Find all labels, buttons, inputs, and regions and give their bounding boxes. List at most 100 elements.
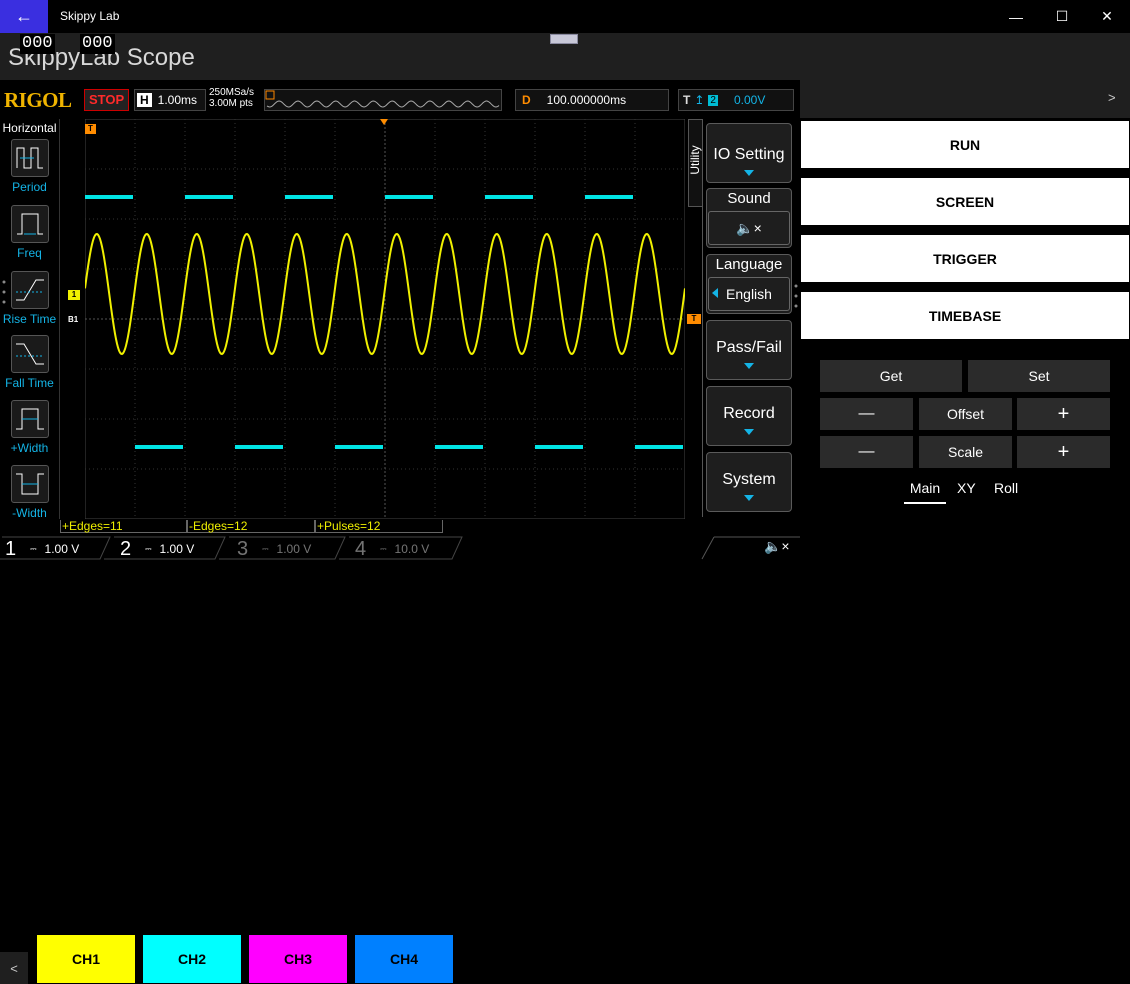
acq-info: 250MSa/s 3.00M pts [209,87,254,109]
offset-minus-button[interactable]: — [820,398,913,430]
utility-tab[interactable]: Utility [688,119,703,207]
io-setting-button[interactable]: IO Setting [706,123,792,183]
delay-label: D [522,93,531,107]
ch4-button[interactable]: CH4 [355,935,453,983]
fall-time-icon [10,335,49,373]
back-button[interactable]: ← [0,0,48,33]
timebase-button[interactable]: TIMEBASE [801,292,1129,339]
trigger-label: T [683,93,691,107]
brand-logo: RIGOL [4,88,72,112]
speaker-mute-icon[interactable]: 🔈× [764,538,790,555]
measure-neg-edges: -Edges=12 [187,520,315,533]
tab-xy[interactable]: XY [957,480,976,496]
maximize-button[interactable]: ☐ [1039,0,1085,33]
dc-coupling-icon: ⎓ [30,544,37,553]
measure-fall-time[interactable]: Fall Time [0,335,59,390]
ch4-status[interactable]: 4 ⎓ 10.0 V [355,537,429,561]
trigger-position-marker: T [85,124,96,134]
delay-value: 100.000000ms [546,93,627,107]
ch1-number: 1 [5,537,17,560]
ch2-button[interactable]: CH2 [143,935,241,983]
ch3-status[interactable]: 3 ⎓ 1.00 V [237,537,311,561]
set-button[interactable]: Set [968,360,1110,392]
measure-positive-width[interactable]: +Width [0,400,59,455]
screen-button[interactable]: SCREEN [801,178,1129,225]
trigger-channel: 2 [708,94,718,106]
ch1-button[interactable]: CH1 [37,935,135,983]
measure-period[interactable]: Period [0,139,59,194]
left-panel-scroll-dots [2,280,6,304]
chevron-left-icon [712,288,718,298]
drag-handle[interactable] [550,34,578,44]
trigger-button[interactable]: TRIGGER [801,235,1129,282]
ch3-button[interactable]: CH3 [249,935,347,983]
measure-pos-edges: +Edges=11 [60,520,187,533]
measure-rise-time[interactable]: Rise Time [0,271,59,326]
offset-plus-button[interactable]: + [1017,398,1110,430]
chevron-down-icon [744,429,754,435]
offset-label: Offset [919,398,1012,430]
center-marker [380,119,388,125]
expand-strip [800,80,1130,118]
menu-scroll-dots [794,284,798,308]
memory-depth: 3.00M pts [209,98,253,109]
measure-negative-width[interactable]: -Width [0,465,59,520]
run-button[interactable]: RUN [801,121,1129,168]
ch2-number: 2 [120,537,132,560]
run-state-badge[interactable]: STOP [84,89,130,111]
timebase-value: 1.00ms [157,93,198,107]
ch3-scale: 1.00 V [276,542,312,556]
bus1-marker: B1 [68,315,79,324]
minimize-button[interactable]: — [993,0,1039,33]
ch2-status[interactable]: 2 ⎓ 1.00 V [120,537,194,561]
positive-width-icon [10,400,49,438]
trigger-level: 0.00V [733,93,766,107]
trigger-level-marker[interactable]: T [687,314,701,324]
waveform-grid[interactable] [85,119,685,519]
collapse-button[interactable]: < [0,952,28,984]
trigger-edge-icon: ↥ [694,93,705,107]
chevron-down-icon [744,363,754,369]
sound-button[interactable]: Sound 🔈× [706,188,792,248]
ch2-scale: 1.00 V [159,542,195,556]
memory-overview [264,89,502,111]
ch4-number: 4 [355,537,367,560]
ch1-status[interactable]: 1 ⎓ 1.00 V [5,537,79,561]
trigger-box[interactable]: T ↥ 2 0.00V [678,89,794,111]
sample-rate: 250MSa/s [209,87,255,98]
ch3-number: 3 [237,537,249,560]
language-value-box: English [708,277,790,311]
scale-minus-button[interactable]: — [820,436,913,468]
tab-roll[interactable]: Roll [994,480,1018,496]
title-bar [0,0,1130,33]
pass-fail-button[interactable]: Pass/Fail [706,320,792,380]
panel-title: Horizontal [2,121,57,135]
counter-left: 000 [20,34,55,54]
measure-freq[interactable]: Freq [0,205,59,260]
ch1-offset-marker[interactable]: 1 [68,290,80,300]
window-title: Skippy Lab [60,9,120,23]
delay-box[interactable]: D 100.000000ms [515,89,669,111]
counter-right: 000 [80,34,115,54]
back-arrow-icon: ← [15,6,33,26]
ch1-scale: 1.00 V [44,542,80,556]
tab-main[interactable]: Main [904,480,946,504]
timebase-box[interactable]: H 1.00ms [134,89,206,111]
timebase-label: H [137,93,152,107]
memory-waveform [265,90,501,110]
period-icon [10,139,49,177]
chevron-down-icon [744,495,754,501]
speaker-mute-icon: 🔈× [708,211,790,245]
dc-coupling-icon: ⎓ [145,544,152,553]
horizontal-measure-panel: Horizontal Period Freq Rise Time Fall Ti… [0,119,60,520]
chevron-down-icon [744,170,754,176]
active-tab-indicator [904,502,946,504]
record-button[interactable]: Record [706,386,792,446]
scale-plus-button[interactable]: + [1017,436,1110,468]
close-button[interactable]: ✕ [1084,0,1130,33]
expand-button[interactable]: > [1108,90,1116,105]
get-button[interactable]: Get [820,360,962,392]
system-button[interactable]: System [706,452,792,512]
language-button[interactable]: Language English [706,254,792,314]
dc-coupling-icon: ⎓ [380,544,387,553]
